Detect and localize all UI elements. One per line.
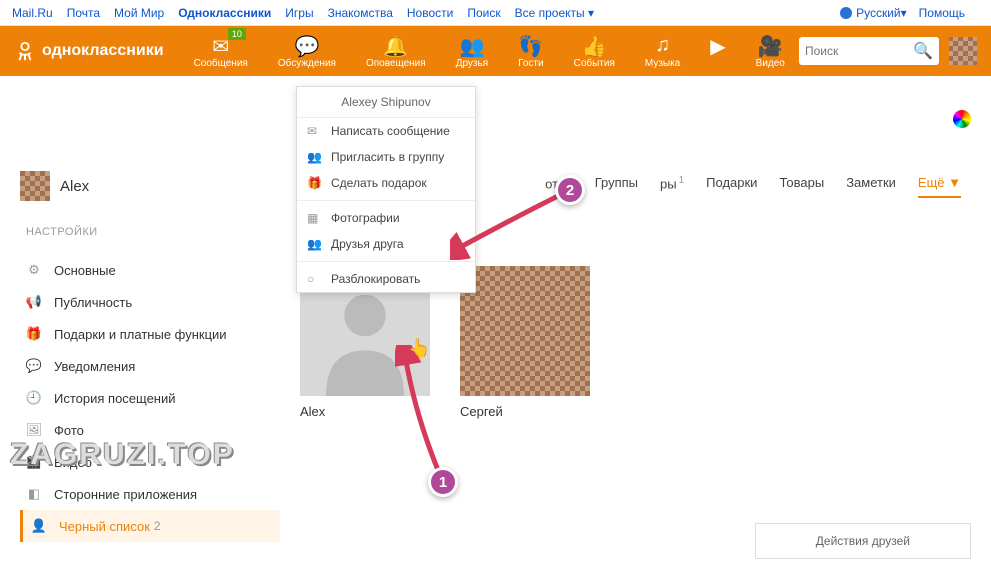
nav-guests[interactable]: 👣Гости <box>518 34 543 69</box>
footprints-icon: 👣 <box>518 34 543 56</box>
friends-icon: 👥 <box>456 34 488 56</box>
nav-discussions[interactable]: 💬Обсуждения <box>278 34 336 69</box>
topbar-link[interactable]: Игры <box>285 6 313 20</box>
profile-username: Alex <box>60 178 89 195</box>
settings-sidebar: НАСТРОЙКИ ⚙Основные 📢Публичность 🎁Подарк… <box>20 226 280 542</box>
nav-video[interactable]: 🎥Видео <box>756 34 785 69</box>
ctx-unblock[interactable]: ○Разблокировать <box>297 266 475 292</box>
tab-notes[interactable]: Заметки <box>846 175 896 198</box>
chat-icon: 💬 <box>26 358 42 374</box>
chat-icon: 💬 <box>278 34 336 56</box>
ctx-send-gift[interactable]: 🎁Сделать подарок <box>297 170 475 196</box>
friends-icon: 👥 <box>307 237 323 251</box>
help-link[interactable]: Помощь <box>919 6 965 20</box>
sidebar-item-general[interactable]: ⚙Основные <box>20 254 280 286</box>
search-input[interactable] <box>805 44 913 58</box>
horn-icon: 📢 <box>26 294 42 310</box>
sidebar-item-notifications[interactable]: 💬Уведомления <box>20 350 280 382</box>
topbar-link[interactable]: Новости <box>407 6 453 20</box>
clock-icon: 🕘 <box>26 390 42 406</box>
sidebar-item-gifts[interactable]: 🎁Подарки и платные функции <box>20 318 280 350</box>
header-nav: 10✉Сообщения 💬Обсуждения 🔔Оповещения 👥Др… <box>194 34 785 69</box>
logo[interactable]: одноклассники <box>14 40 164 62</box>
colorwheel-icon[interactable] <box>953 110 971 128</box>
brand-text: одноклассники <box>42 42 164 60</box>
tab-groups[interactable]: Группы <box>595 175 638 198</box>
topbar-link[interactable]: Почта <box>67 6 100 20</box>
nav-music[interactable]: ♫Музыка <box>645 34 680 69</box>
envelope-icon: ✉ <box>307 124 323 138</box>
context-title: Alexey Shipunov <box>297 87 475 118</box>
topbar-link[interactable]: Поиск <box>467 6 500 20</box>
arrow-2 <box>450 190 570 260</box>
ctx-mutual-friends[interactable]: 👥Друзья друга <box>297 231 475 257</box>
topbar-link[interactable]: Мой Мир <box>114 6 164 20</box>
sidebar-item-blacklist[interactable]: 👤Черный список2 <box>20 510 280 542</box>
bell-icon: 🔔 <box>366 34 426 56</box>
logo-icon <box>14 40 36 62</box>
annotation-marker-1: 1 <box>428 467 458 497</box>
language-switcher[interactable]: Русский ▾ <box>840 6 907 20</box>
topbar-link[interactable]: Одноклассники <box>178 6 271 20</box>
ctx-invite-group[interactable]: 👥Пригласить в группу <box>297 144 475 170</box>
sidebar-item-publicity[interactable]: 📢Публичность <box>20 286 280 318</box>
sidebar-title: НАСТРОЙКИ <box>20 226 280 238</box>
search-icon[interactable]: 🔍 <box>913 41 933 61</box>
photo-icon: 🖼 <box>26 422 42 438</box>
arrow-1 <box>395 345 455 485</box>
tab-more[interactable]: Ещё ▼ <box>918 175 961 198</box>
topbar-link[interactable]: Все проекты ▾ <box>515 6 594 20</box>
context-menu: Alexey Shipunov ✉Написать сообщение 👥При… <box>296 86 476 293</box>
nav-friends[interactable]: 👥Друзья <box>456 34 488 69</box>
annotation-marker-2: 2 <box>555 175 585 205</box>
gear-icon: ⚙ <box>26 262 42 278</box>
tab-games[interactable]: ры1 <box>660 175 684 198</box>
profile-avatar[interactable] <box>20 171 50 201</box>
user-avatar <box>460 266 590 396</box>
person-icon: 👤 <box>31 518 47 534</box>
ctx-photos[interactable]: ▦Фотографии <box>297 205 475 231</box>
my-avatar[interactable] <box>949 37 977 65</box>
nav-messages[interactable]: 10✉Сообщения <box>194 34 248 69</box>
thumb-icon: 👍 <box>574 34 615 56</box>
user-name: Сергей <box>460 404 590 419</box>
watermark: ZAGRUZI.TOP <box>10 438 235 472</box>
ctx-write-message[interactable]: ✉Написать сообщение <box>297 118 475 144</box>
topbar: Mail.Ru Почта Мой Мир Одноклассники Игры… <box>0 0 991 26</box>
tab-goods[interactable]: Товары <box>779 175 824 198</box>
tab-gifts[interactable]: Подарки <box>706 175 757 198</box>
nav-notifications[interactable]: 🔔Оповещения <box>366 34 426 69</box>
nav-play[interactable]: ▶ <box>710 34 725 69</box>
sidebar-item-apps[interactable]: ◧Сторонние приложения <box>20 478 280 510</box>
sidebar-count: 2 <box>154 519 161 533</box>
cursor-icon: 👆 <box>408 338 430 359</box>
separator <box>297 261 475 262</box>
group-icon: 👥 <box>307 150 323 164</box>
sidebar-item-history[interactable]: 🕘История посещений <box>20 382 280 414</box>
topbar-link[interactable]: Mail.Ru <box>12 6 53 20</box>
globe-icon <box>840 7 852 19</box>
music-icon: ♫ <box>645 34 680 56</box>
search-box[interactable]: 🔍 <box>799 37 939 65</box>
window-icon: ◧ <box>26 486 42 502</box>
photos-icon: ▦ <box>307 211 323 225</box>
video-icon: 🎥 <box>756 34 785 56</box>
badge: 10 <box>228 28 246 40</box>
profile-tabs: ото1 Группы ры1 Подарки Товары Заметки Е… <box>545 175 961 198</box>
nav-events[interactable]: 👍События <box>574 34 615 69</box>
user-card[interactable]: Сергей <box>460 266 590 419</box>
gift-icon: 🎁 <box>307 176 323 190</box>
separator <box>297 200 475 201</box>
main-header: одноклассники 10✉Сообщения 💬Обсуждения 🔔… <box>0 26 991 76</box>
gift-icon: 🎁 <box>26 326 42 342</box>
topbar-link[interactable]: Знакомства <box>328 6 393 20</box>
play-icon: ▶ <box>710 34 725 56</box>
friends-actions-button[interactable]: Действия друзей <box>755 523 971 559</box>
circle-icon: ○ <box>307 272 323 286</box>
